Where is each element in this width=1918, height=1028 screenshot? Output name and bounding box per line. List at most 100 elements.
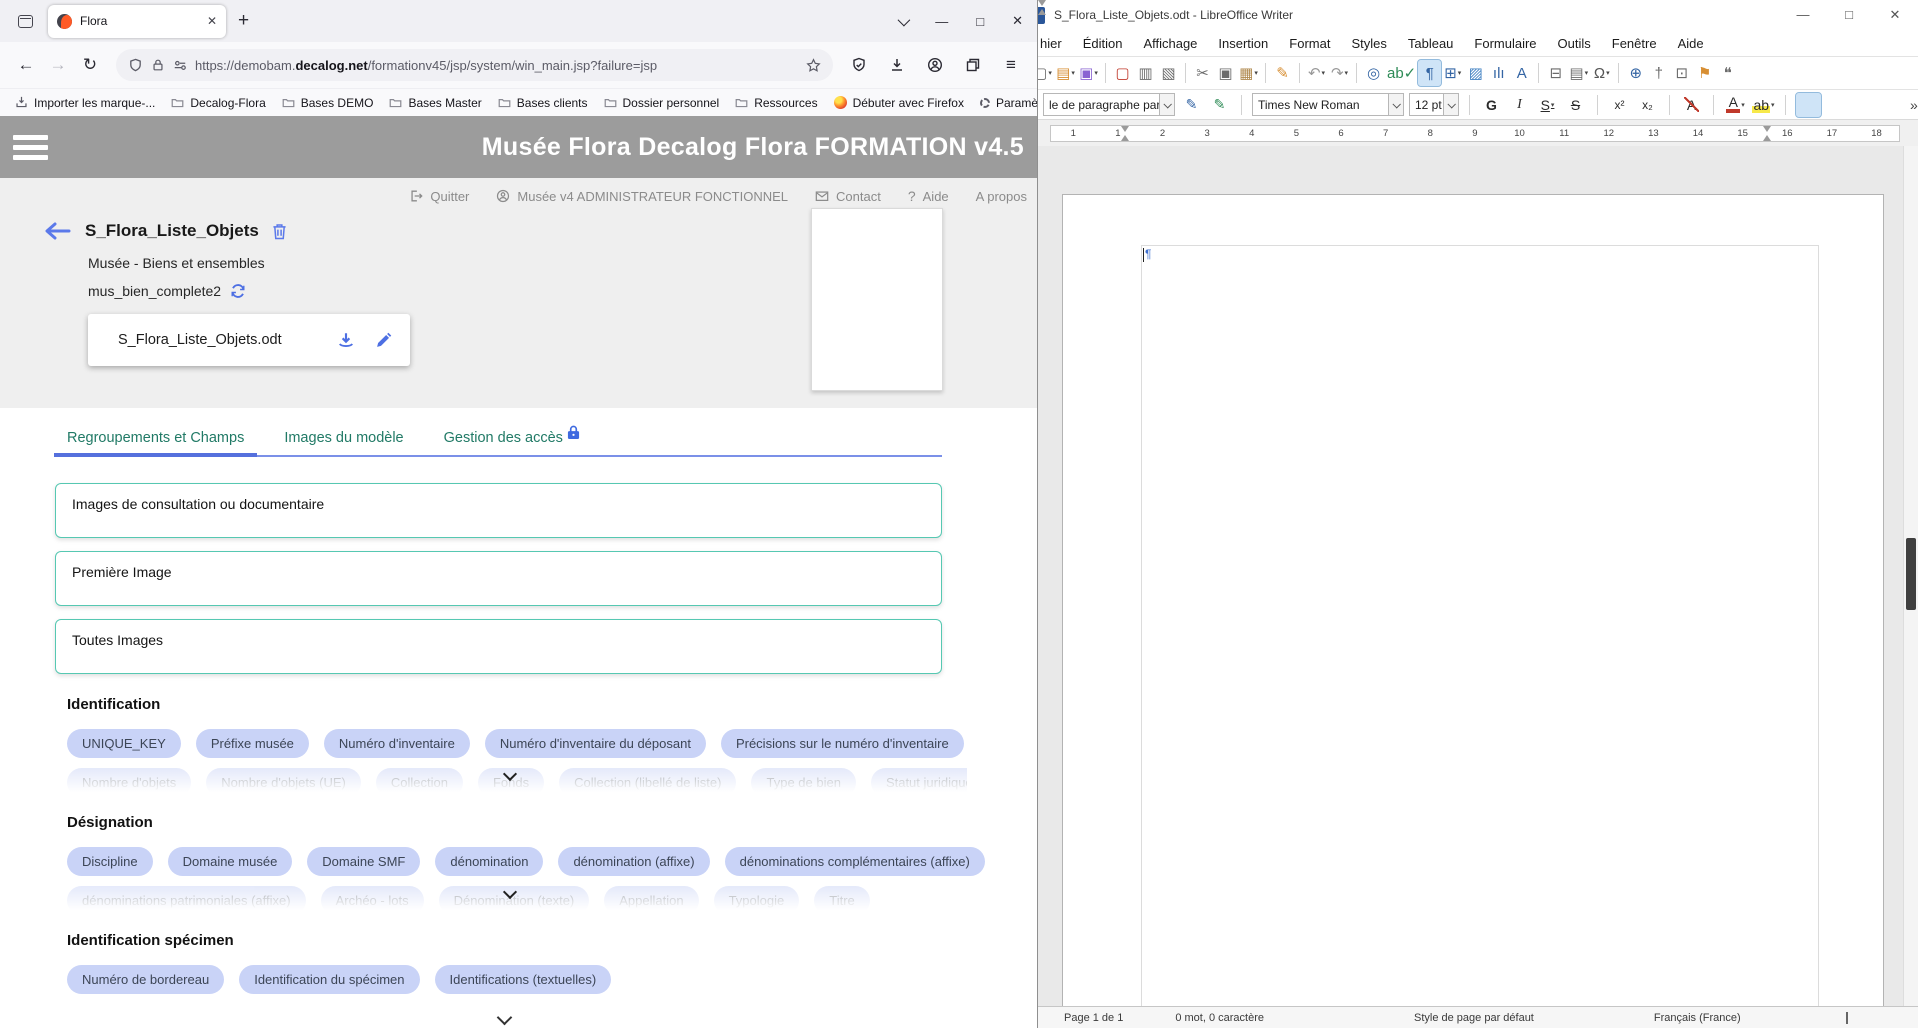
help-action[interactable]: ? Aide	[908, 188, 949, 204]
bookmark-item[interactable]: Bases clients	[491, 93, 595, 113]
field-chip[interactable]: Identifications (textuelles)	[435, 965, 612, 994]
shield-icon[interactable]	[128, 58, 143, 73]
combo-caret-icon[interactable]	[1388, 94, 1403, 115]
minimize-button[interactable]: —	[935, 14, 948, 29]
strikethrough-button[interactable]: S	[1564, 93, 1587, 117]
toolbar-button[interactable]: ▤ ▾	[1054, 60, 1077, 86]
underline-button[interactable]: S▾	[1536, 93, 1559, 117]
url-text[interactable]: https://demobam.decalog.net/formationv45…	[195, 58, 798, 73]
new-tab-button[interactable]: +	[238, 10, 249, 32]
field-chip[interactable]: dénomination (affixe)	[558, 847, 709, 876]
field-chip[interactable]: Domaine SMF	[307, 847, 420, 876]
align-button[interactable]	[1852, 93, 1877, 117]
toolbar-button[interactable]: ▢ ▾	[1037, 60, 1054, 86]
toolbar-button[interactable]: ▧	[1157, 60, 1180, 86]
refresh-icon[interactable]	[230, 283, 246, 299]
tab-close-icon[interactable]: ✕	[207, 14, 217, 28]
tab-gestion-des-acces[interactable]: Gestion des accès	[444, 430, 580, 446]
toolbar-button[interactable]: ✎	[1271, 60, 1294, 86]
toolbar-button[interactable]: ılı	[1487, 60, 1510, 86]
field-chip[interactable]: UNIQUE_KEY	[67, 729, 181, 758]
status-page-style[interactable]: Style de page par défaut	[1414, 1012, 1534, 1024]
menu-item[interactable]: Format	[1289, 36, 1330, 51]
bold-button[interactable]: G	[1480, 93, 1503, 117]
account-icon[interactable]	[919, 50, 951, 80]
field-chip[interactable]: Préfixe musée	[196, 729, 309, 758]
menu-item[interactable]: Styles	[1351, 36, 1386, 51]
bookmark-item[interactable]: Bases DEMO	[275, 93, 381, 113]
font-color-button[interactable]: A▾	[1724, 93, 1747, 117]
toolbar-button[interactable]: ▤ ▾	[1567, 60, 1590, 86]
italic-button[interactable]: I	[1508, 93, 1531, 117]
field-chip[interactable]: Identification du spécimen	[239, 965, 419, 994]
toolbar-button[interactable]: ▢	[1111, 60, 1134, 86]
toolbar-button[interactable]: A	[1510, 60, 1533, 86]
field-chip[interactable]: Discipline	[67, 847, 153, 876]
reload-button[interactable]: ↻	[74, 50, 106, 80]
toolbar-button[interactable]: ¶	[1418, 60, 1441, 86]
protections-shield-icon[interactable]	[843, 50, 875, 80]
trash-icon[interactable]	[272, 223, 287, 240]
status-language[interactable]: Français (France)	[1654, 1012, 1741, 1024]
status-page-count[interactable]: Page 1 de 1	[1064, 1012, 1123, 1024]
quit-action[interactable]: Quitter	[409, 189, 469, 204]
permissions-icon[interactable]	[173, 58, 187, 72]
font-name-combo[interactable]: Times New Roman	[1252, 93, 1404, 116]
status-word-count[interactable]: 0 mot, 0 caractère	[1175, 1012, 1264, 1024]
toolbar-button[interactable]: Ω ▾	[1590, 60, 1613, 86]
firefox-view-icon[interactable]	[10, 7, 40, 35]
downloads-icon[interactable]	[881, 50, 913, 80]
vertical-scrollbar[interactable]	[1903, 146, 1918, 1006]
field-chip[interactable]: Numéro de bordereau	[67, 965, 224, 994]
toolbar-button[interactable]: ⊟	[1544, 60, 1567, 86]
close-button[interactable]: ✕	[1872, 7, 1918, 23]
tab-images-du-modele[interactable]: Images du modèle	[284, 430, 403, 446]
subscript-button[interactable]: x₂	[1636, 93, 1659, 117]
align-button[interactable]	[1824, 93, 1849, 117]
toolbar-button[interactable]: ↶ ▾	[1305, 60, 1328, 86]
bookmark-item[interactable]: Importer les marque-...	[8, 93, 162, 113]
font-size-combo[interactable]: 12 pt	[1409, 93, 1459, 116]
toolbar-button[interactable]: ✂	[1191, 60, 1214, 86]
edit-pencil-icon[interactable]	[375, 332, 392, 349]
bookmark-star-icon[interactable]	[806, 58, 821, 73]
toolbar-button[interactable]: ⚑	[1693, 60, 1716, 86]
toolbar-button[interactable]: †	[1647, 60, 1670, 86]
insert-mode-icon[interactable]	[1846, 1012, 1848, 1024]
toolbar-button[interactable]: ◎	[1362, 60, 1385, 86]
about-action[interactable]: A propos	[976, 189, 1027, 204]
forward-button[interactable]: →	[42, 50, 74, 80]
menu-item[interactable]: Outils	[1558, 36, 1591, 51]
minimize-button[interactable]: —	[1780, 7, 1826, 23]
list-tabs-icon[interactable]	[898, 13, 911, 26]
download-icon[interactable]	[337, 331, 355, 349]
new-style-icon[interactable]: ✎	[1208, 93, 1231, 117]
combo-caret-icon[interactable]	[1159, 94, 1174, 115]
maximize-button[interactable]: □	[1826, 7, 1872, 23]
user-account[interactable]: Musée v4 ADMINISTRATEUR FONCTIONNEL	[496, 189, 788, 204]
menu-item[interactable]: Édition	[1083, 36, 1123, 51]
toolbar-button[interactable]: ⊕	[1624, 60, 1647, 86]
update-style-icon[interactable]: ✎	[1180, 93, 1203, 117]
group-box[interactable]: Première Image	[55, 551, 942, 606]
menu-item[interactable]: Formulaire	[1474, 36, 1536, 51]
toolbar-button[interactable]: ▣ ▾	[1077, 60, 1100, 86]
field-chip[interactable]: Numéro d'inventaire du déposant	[485, 729, 706, 758]
align-button[interactable]	[1796, 93, 1821, 117]
menu-item[interactable]: Tableau	[1408, 36, 1454, 51]
document-page[interactable]: ¶	[1062, 194, 1884, 1006]
toolbar-overflow-icon[interactable]: »	[1910, 97, 1918, 113]
horizontal-ruler[interactable]: 1123456789101112131415161718	[1050, 125, 1900, 142]
field-chip[interactable]: dénominations complémentaires (affixe)	[725, 847, 985, 876]
menu-item[interactable]: Aide	[1678, 36, 1704, 51]
left-margin-marker[interactable]	[1038, 0, 1047, 16]
left-margin-marker[interactable]	[1121, 125, 1130, 142]
expand-section-chevron-icon[interactable]	[497, 1010, 513, 1026]
menu-item[interactable]: hier	[1040, 36, 1062, 51]
save-to-library-icon[interactable]	[957, 50, 989, 80]
menu-item[interactable]: Affichage	[1143, 36, 1197, 51]
bookmark-item[interactable]: Decalog-Flora	[164, 93, 272, 113]
group-box[interactable]: Images de consultation ou documentaire	[55, 483, 942, 538]
lock-icon[interactable]	[151, 58, 165, 72]
superscript-button[interactable]: x²	[1608, 93, 1631, 117]
